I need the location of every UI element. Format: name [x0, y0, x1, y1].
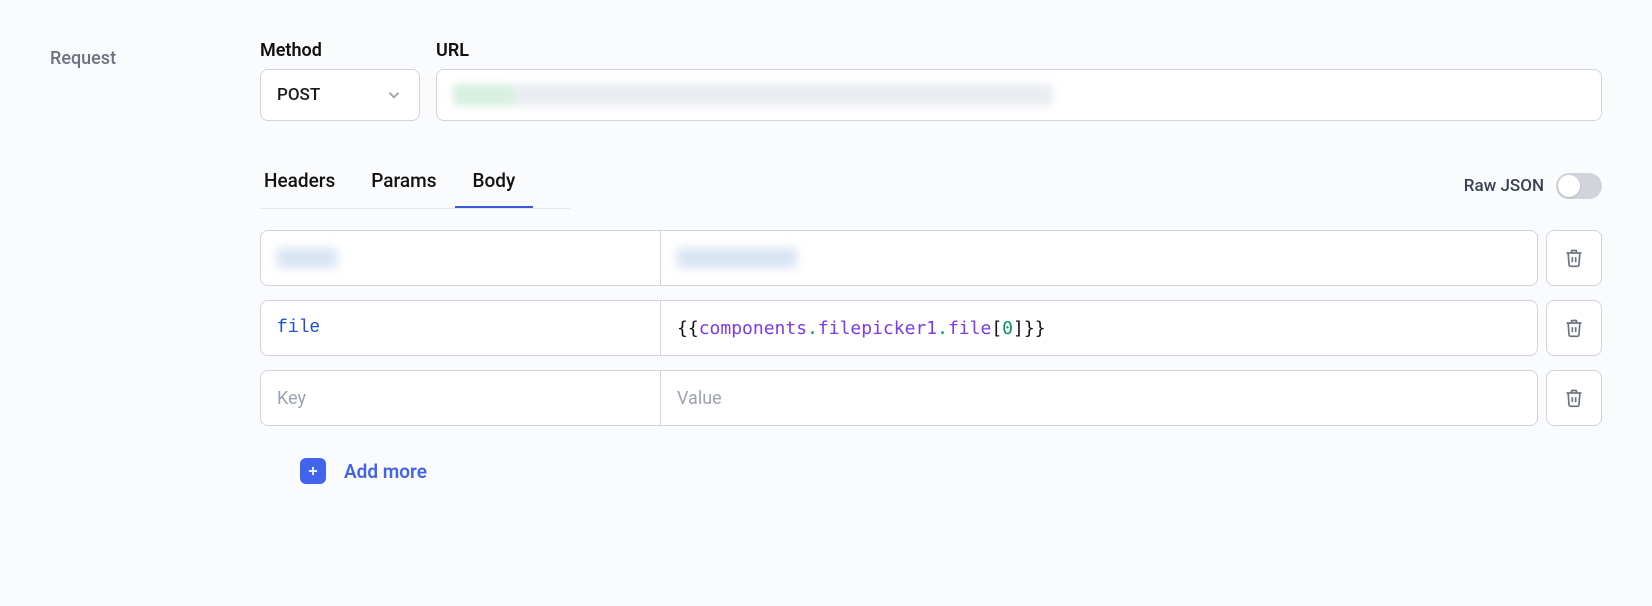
method-value: POST [277, 85, 320, 105]
body-kv-rows: file {{components.filepicker1.file[0]}} Ke… [260, 230, 1602, 426]
delete-row-button[interactable] [1546, 300, 1602, 356]
kv-value-input[interactable]: {{components.filepicker1.file[0]}} [661, 301, 1537, 355]
kv-row: KeyValue [260, 370, 1602, 426]
trash-icon [1564, 318, 1584, 338]
body-tabs: HeadersParamsBody [260, 161, 533, 210]
section-label: Request [50, 40, 220, 484]
plus-icon [300, 458, 326, 484]
kv-value-code: {{components.filepicker1.file[0]}} [677, 318, 1046, 339]
toggle-knob [1558, 175, 1580, 197]
kv-value-redacted [677, 248, 797, 268]
kv-key-input[interactable] [261, 231, 661, 285]
kv-value-input[interactable]: Value [661, 371, 1537, 425]
method-select[interactable]: POST [260, 69, 420, 121]
tab-headers[interactable]: Headers [260, 161, 353, 209]
kv-row [260, 230, 1602, 286]
tab-params[interactable]: Params [353, 161, 454, 209]
chevron-down-icon [385, 86, 403, 104]
method-label: Method [260, 40, 420, 61]
kv-row: file {{components.filepicker1.file[0]}} [260, 300, 1602, 356]
kv-pair [260, 230, 1538, 286]
raw-json-label: Raw JSON [1464, 176, 1544, 196]
url-label: URL [436, 40, 1602, 61]
add-more-label: Add more [344, 460, 427, 483]
kv-key-redacted [277, 248, 337, 268]
url-value-redacted [453, 84, 1053, 106]
trash-icon [1564, 388, 1584, 408]
delete-row-button[interactable] [1546, 370, 1602, 426]
tab-body[interactable]: Body [455, 161, 534, 209]
trash-icon [1564, 248, 1584, 268]
kv-pair: KeyValue [260, 370, 1538, 426]
kv-key-input[interactable]: file [261, 301, 661, 355]
url-input[interactable] [436, 69, 1602, 121]
delete-row-button[interactable] [1546, 230, 1602, 286]
add-more-button[interactable]: Add more [260, 458, 1602, 484]
raw-json-toggle[interactable] [1556, 173, 1602, 199]
kv-key-input[interactable]: Key [261, 371, 661, 425]
kv-value-input[interactable] [661, 231, 1537, 285]
kv-pair: file {{components.filepicker1.file[0]}} [260, 300, 1538, 356]
